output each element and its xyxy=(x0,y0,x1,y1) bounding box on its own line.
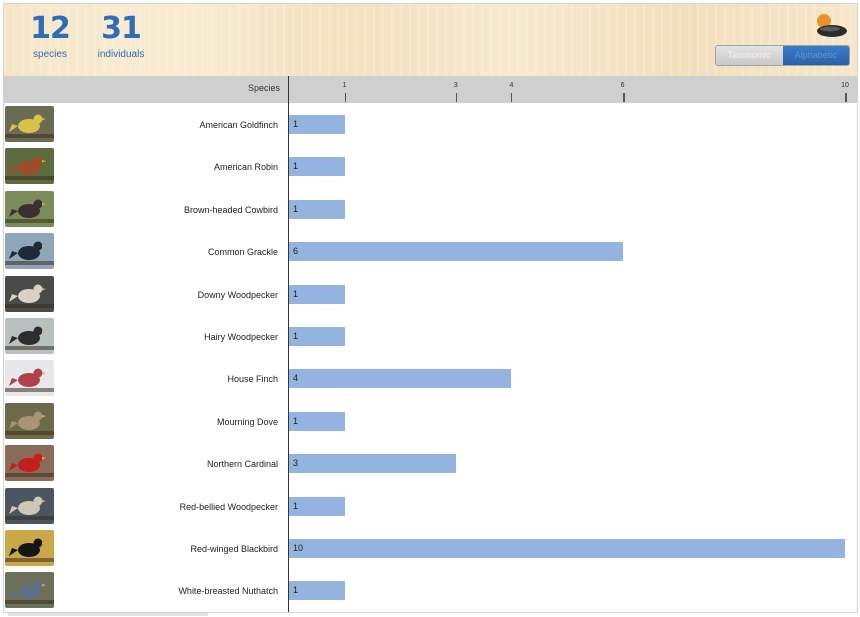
species-name: Northern Cardinal xyxy=(206,459,278,470)
common-grackle-photo[interactable] xyxy=(5,233,54,270)
species-name: Mourning Dove xyxy=(216,416,278,427)
white-breasted-nuthatch-photo[interactable] xyxy=(5,572,54,609)
individuals-count: 31 xyxy=(101,11,142,46)
species-row[interactable]: Red-bellied Woodpecker 1 xyxy=(4,486,857,528)
red-winged-blackbird-photo[interactable] xyxy=(5,530,54,566)
axis-tick-mark xyxy=(344,93,346,102)
american-goldfinch-photo[interactable] xyxy=(5,106,54,142)
downy-woodpecker-photo[interactable] xyxy=(5,275,54,312)
species-name: Common Grackle xyxy=(207,247,278,258)
species-count-label: species xyxy=(33,49,67,60)
count-value-label: 1 xyxy=(293,203,299,214)
sort-taxonomic-button[interactable]: Taxonomic xyxy=(716,46,783,65)
mourning-dove-photo[interactable] xyxy=(5,402,54,439)
species-stat: 12 species xyxy=(30,11,71,61)
axis-tick-mark xyxy=(622,93,625,102)
count-value-label: 6 xyxy=(293,246,299,257)
species-row[interactable]: Mourning Dove 1 xyxy=(4,401,857,443)
species-row[interactable]: Hairy Woodpecker 1 xyxy=(4,316,857,358)
axis-tick-label: 1 xyxy=(342,82,347,89)
count-value-label: 1 xyxy=(293,161,299,172)
house-finch-photo[interactable] xyxy=(5,360,54,397)
species-name: Red-winged Blackbird xyxy=(190,544,278,554)
species-name: American Goldfinch xyxy=(199,120,278,130)
horizontal-scrollbar[interactable] xyxy=(8,613,208,616)
species-row[interactable]: White-breasted Nuthatch 1 xyxy=(4,570,857,612)
axis-tick-label: 3 xyxy=(453,82,458,89)
count-bar xyxy=(289,539,845,558)
species-row[interactable]: Common Grackle 6 xyxy=(4,231,857,273)
count-value-label: 1 xyxy=(293,331,299,341)
count-value-label: 1 xyxy=(293,500,299,511)
species-row[interactable]: American Goldfinch 1 xyxy=(4,104,857,146)
axis-tick-label: 6 xyxy=(620,82,625,89)
species-name: American Robin xyxy=(213,162,278,173)
bird-count-panel: 12 species 31 individuals Taxonomic Alph… xyxy=(3,3,858,613)
species-row[interactable]: American Robin 1 xyxy=(4,146,857,188)
individuals-count-label: individuals xyxy=(97,49,145,60)
species-row[interactable]: House Finch 4 xyxy=(4,358,857,400)
count-value-label: 1 xyxy=(293,119,299,129)
feeder-logo-icon xyxy=(812,12,848,40)
axis-tick-mark xyxy=(511,93,513,102)
axis-tick-mark xyxy=(455,93,457,102)
species-name: White-breasted Nuthatch xyxy=(178,586,278,597)
species-count: 12 xyxy=(30,11,71,46)
summary-header: 12 species 31 individuals Taxonomic Alph… xyxy=(4,4,857,76)
species-row[interactable]: Red-winged Blackbird 10 xyxy=(4,528,857,570)
count-axis: 1 3 4 6 10 xyxy=(4,76,857,103)
count-value-label: 1 xyxy=(293,415,299,426)
species-name: Red-bellied Woodpecker xyxy=(179,501,278,512)
species-name: Brown-headed Cowbird xyxy=(183,204,278,215)
count-bar xyxy=(289,454,456,474)
count-bar xyxy=(289,242,623,262)
count-value-label: 10 xyxy=(293,543,304,553)
count-bar xyxy=(289,369,511,389)
species-name: Hairy Woodpecker xyxy=(204,332,278,342)
count-value-label: 1 xyxy=(293,288,299,299)
brown-headed-cowbird-photo[interactable] xyxy=(5,190,54,227)
species-row[interactable]: Brown-headed Cowbird 1 xyxy=(4,189,857,231)
count-value-label: 1 xyxy=(293,585,299,596)
sort-toggle[interactable]: Taxonomic Alphabetic xyxy=(715,45,850,66)
species-row[interactable]: Northern Cardinal 3 xyxy=(4,443,857,485)
axis-tick-label: 4 xyxy=(509,82,514,89)
hairy-woodpecker-photo[interactable] xyxy=(5,318,54,354)
count-value-label: 3 xyxy=(293,458,299,469)
individuals-stat: 31 individuals xyxy=(92,12,150,61)
axis-divider xyxy=(288,76,289,612)
red-bellied-woodpecker-photo[interactable] xyxy=(5,487,54,524)
sort-alphabetic-button[interactable]: Alphabetic xyxy=(782,46,849,65)
species-row[interactable]: Downy Woodpecker 1 xyxy=(4,274,857,316)
axis-tick-mark xyxy=(845,93,847,102)
american-robin-photo[interactable] xyxy=(5,148,54,185)
species-name: Downy Woodpecker xyxy=(197,289,278,300)
northern-cardinal-photo[interactable] xyxy=(5,445,54,482)
species-name: House Finch xyxy=(227,374,278,385)
count-value-label: 4 xyxy=(293,373,299,384)
axis-tick-label: 10 xyxy=(841,82,849,89)
